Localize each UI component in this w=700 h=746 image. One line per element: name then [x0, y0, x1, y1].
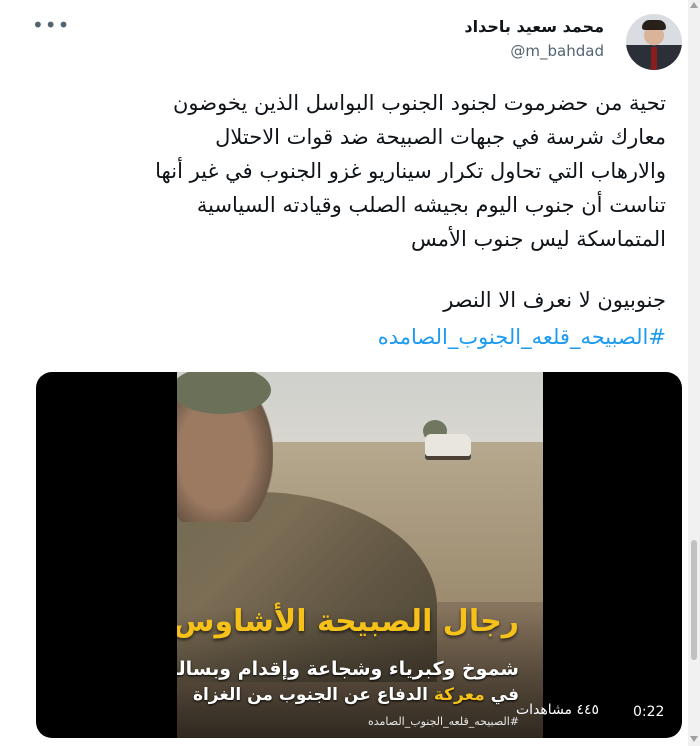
video-overlay-line: في معركة الدفاع عن الجنوب من الغزاة	[193, 685, 519, 705]
tweet-text-line: المتماسكة ليس جنوب الأمس	[410, 227, 666, 251]
author-name[interactable]: محمد سعيد باحداد	[464, 17, 604, 36]
page-scrollbar[interactable]	[688, 0, 700, 746]
avatar-tie	[651, 47, 657, 70]
tweet-text-line: معارك شرسة في جبهات الصبيحة ضد قوات الاح…	[215, 125, 666, 149]
scroll-up-icon[interactable]	[690, 2, 698, 8]
avatar-hair	[642, 20, 666, 30]
tweet-text-line: تحية من حضرموت لجنود الجنوب البواسل الذي…	[172, 91, 666, 115]
view-count: ٤٤٥ مشاهدات	[516, 702, 600, 718]
video-overlay-hashtag: #الصبيحه_قلعه_الجنوب_الصامده	[368, 715, 519, 728]
tweet-card: ••• محمد سعيد باحداد @m_bahdad تحية من ح…	[0, 0, 688, 746]
scrollbar-thumb[interactable]	[691, 540, 697, 660]
tweet-text-line: تناست أن جنوب اليوم بجيشه الصلب وقيادته …	[196, 193, 666, 217]
video-player[interactable]: رجال الصبيحة الأشاوس شموخ وكبرياء وشجاعة…	[36, 372, 682, 738]
tweet-text: تحية من حضرموت لجنود الجنوب البواسل الذي…	[66, 86, 666, 256]
author-handle[interactable]: @m_bahdad	[510, 42, 604, 60]
video-vehicle	[425, 434, 471, 456]
video-frame: رجال الصبيحة الأشاوس شموخ وكبرياء وشجاعة…	[177, 372, 543, 738]
more-options-icon[interactable]: •••	[32, 15, 70, 35]
video-duration: 0:22	[628, 702, 670, 722]
video-overlay-title: رجال الصبيحة الأشاوس	[177, 604, 519, 639]
video-overlay-subtitle: شموخ وكبرياء وشجاعة وإقدام وبسالة	[177, 658, 519, 680]
video-overlay-highlight: معركة	[433, 685, 485, 705]
scroll-down-icon[interactable]	[690, 736, 698, 742]
avatar[interactable]	[626, 14, 682, 70]
video-overlay-rest: الدفاع عن الجنوب من الغزاة	[192, 685, 428, 705]
tweet-slogan: جنوبيون لا نعرف الا النصر	[443, 288, 666, 312]
video-overlay-prefix: في	[490, 685, 519, 705]
tweet-text-line: والارهاب التي تحاول تكرار سيناريو غزو ال…	[155, 159, 666, 183]
hashtag-link[interactable]: #الصبيحه_قلعه_الجنوب_الصامده	[378, 325, 666, 349]
